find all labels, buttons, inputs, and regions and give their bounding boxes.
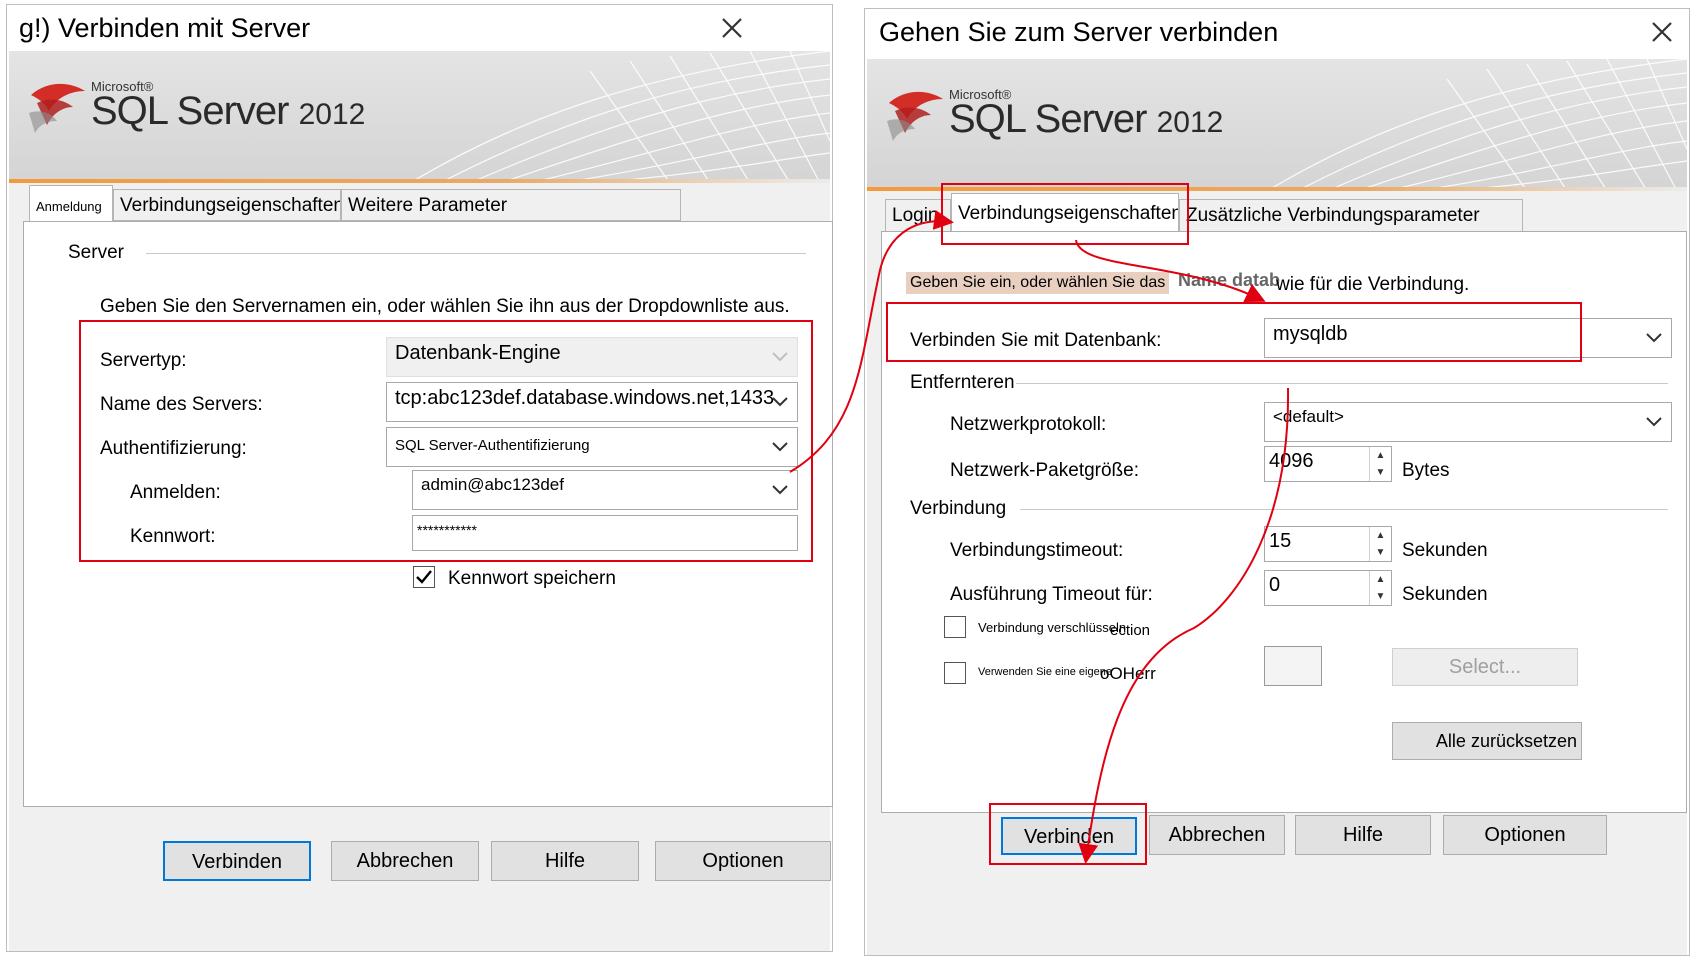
group-connection-label: Verbindung <box>910 498 1007 519</box>
cancel-button[interactable]: Abbrechen <box>1149 815 1285 855</box>
custom-color-overlap: oOHerr <box>1100 664 1156 683</box>
execution-timeout-stepper[interactable]: 0 ▲ ▼ <box>1264 570 1392 606</box>
connect-to-server-dialog-left: g!) Verbinden mit Server Microsoft® SQL … <box>6 4 833 952</box>
sql-server-logo-icon <box>887 91 943 141</box>
chevron-down-icon <box>1646 333 1662 343</box>
close-icon[interactable] <box>1647 17 1677 47</box>
instruction-text: Geben Sie den Servernamen ein, oder wähl… <box>100 296 790 317</box>
wave-graphic <box>1266 59 1687 191</box>
encrypt-connection-checkbox[interactable] <box>944 616 966 638</box>
encrypt-connection-label: Verbindung verschlüsseln <box>978 620 1127 635</box>
group-divider <box>146 253 806 254</box>
group-divider <box>1016 383 1668 384</box>
custom-color-checkbox[interactable] <box>944 662 966 684</box>
packet-size-unit: Bytes <box>1402 460 1450 481</box>
product-banner: Microsoft® SQL Server 2012 <box>9 51 830 183</box>
packet-size-label: Netzwerk-Paketgröße: <box>950 460 1140 481</box>
connect-button[interactable]: Verbinden <box>163 841 311 881</box>
highlight-connect-button <box>989 803 1147 865</box>
execution-timeout-unit: Sekunden <box>1402 584 1488 605</box>
connection-timeout-unit: Sekunden <box>1402 540 1488 561</box>
cancel-button[interactable]: Abbrechen <box>331 841 479 881</box>
highlight-connect-database <box>886 302 1582 362</box>
instruction-text: wie für die Verbindung. <box>1276 274 1470 295</box>
tab-connection-properties[interactable]: Verbindungseigenschaften <box>113 189 341 221</box>
group-network-label: Entfernteren <box>910 372 1015 393</box>
instruction-highlight-text: Geben Sie ein, oder wählen Sie das <box>906 272 1170 294</box>
packet-size-stepper[interactable]: 4096 ▲ ▼ <box>1264 446 1392 482</box>
connection-timeout-label: Verbindungstimeout: <box>950 540 1124 561</box>
close-icon[interactable] <box>717 13 747 43</box>
dialog-title: Gehen Sie zum Server verbinden <box>879 17 1279 47</box>
sql-server-logo-icon <box>29 83 85 133</box>
remember-password-label: Kennwort speichern <box>448 568 616 589</box>
product-name: SQL Server 2012 <box>91 89 366 133</box>
login-panel: Server Geben Sie den Servernamen ein, od… <box>23 221 833 807</box>
connection-properties-panel: Geben Sie ein, oder wählen Sie das Name … <box>881 231 1687 813</box>
dialog-title: g!) Verbinden mit Server <box>19 13 311 43</box>
checkmark-icon <box>416 570 432 584</box>
encrypt-connection-overlap: ection <box>1110 622 1151 639</box>
dialog-body: Anmeldung Verbindungseigenschaften Weite… <box>9 183 833 951</box>
options-button[interactable]: Optionen <box>655 841 831 881</box>
group-server-label: Server <box>68 242 124 263</box>
chevron-down-icon <box>1646 417 1662 427</box>
highlight-connection-properties-tab <box>941 183 1189 245</box>
connection-timeout-stepper[interactable]: 15 ▲ ▼ <box>1264 526 1392 562</box>
highlight-login-fields <box>79 320 813 562</box>
dialog-body: Login Verbindungseigenschaften Zusätzlic… <box>867 183 1687 955</box>
spinner-arrows-icon[interactable]: ▲ ▼ <box>1369 527 1391 561</box>
select-button[interactable]: Select... <box>1392 648 1578 686</box>
color-swatch[interactable] <box>1264 646 1322 686</box>
tab-additional-parameters[interactable]: Zusätzliche Verbindungsparameter <box>1179 199 1523 233</box>
network-protocol-dropdown[interactable]: <default> <box>1264 402 1672 442</box>
reset-all-button[interactable]: Alle zurücksetzen <box>1392 722 1582 760</box>
spinner-arrows-icon[interactable]: ▲ ▼ <box>1369 447 1391 481</box>
wave-graphic <box>409 51 830 183</box>
custom-color-label: Verwenden Sie eine eigene <box>978 666 1112 678</box>
help-button[interactable]: Hilfe <box>491 841 639 881</box>
instruction-overlap-text: Name datab <box>1178 270 1281 290</box>
tab-additional-parameters[interactable]: Weitere Parameter <box>341 189 681 221</box>
spinner-arrows-icon[interactable]: ▲ ▼ <box>1369 571 1391 605</box>
connect-to-server-dialog-right: Gehen Sie zum Server verbinden Microsoft… <box>864 8 1690 956</box>
sql-server-logo: Microsoft® SQL Server 2012 <box>885 81 1223 171</box>
execution-timeout-label: Ausführung Timeout für: <box>950 584 1153 605</box>
network-protocol-label: Netzwerkprotokoll: <box>950 414 1107 435</box>
help-button[interactable]: Hilfe <box>1295 815 1431 855</box>
options-button[interactable]: Optionen <box>1443 815 1607 855</box>
group-divider <box>1020 509 1668 510</box>
remember-password-checkbox[interactable] <box>413 566 435 588</box>
product-name: SQL Server 2012 <box>949 97 1224 141</box>
sql-server-logo: Microsoft® SQL Server 2012 <box>27 73 365 163</box>
tab-login[interactable]: Anmeldung <box>29 185 113 223</box>
product-banner: Microsoft® SQL Server 2012 <box>867 59 1687 191</box>
